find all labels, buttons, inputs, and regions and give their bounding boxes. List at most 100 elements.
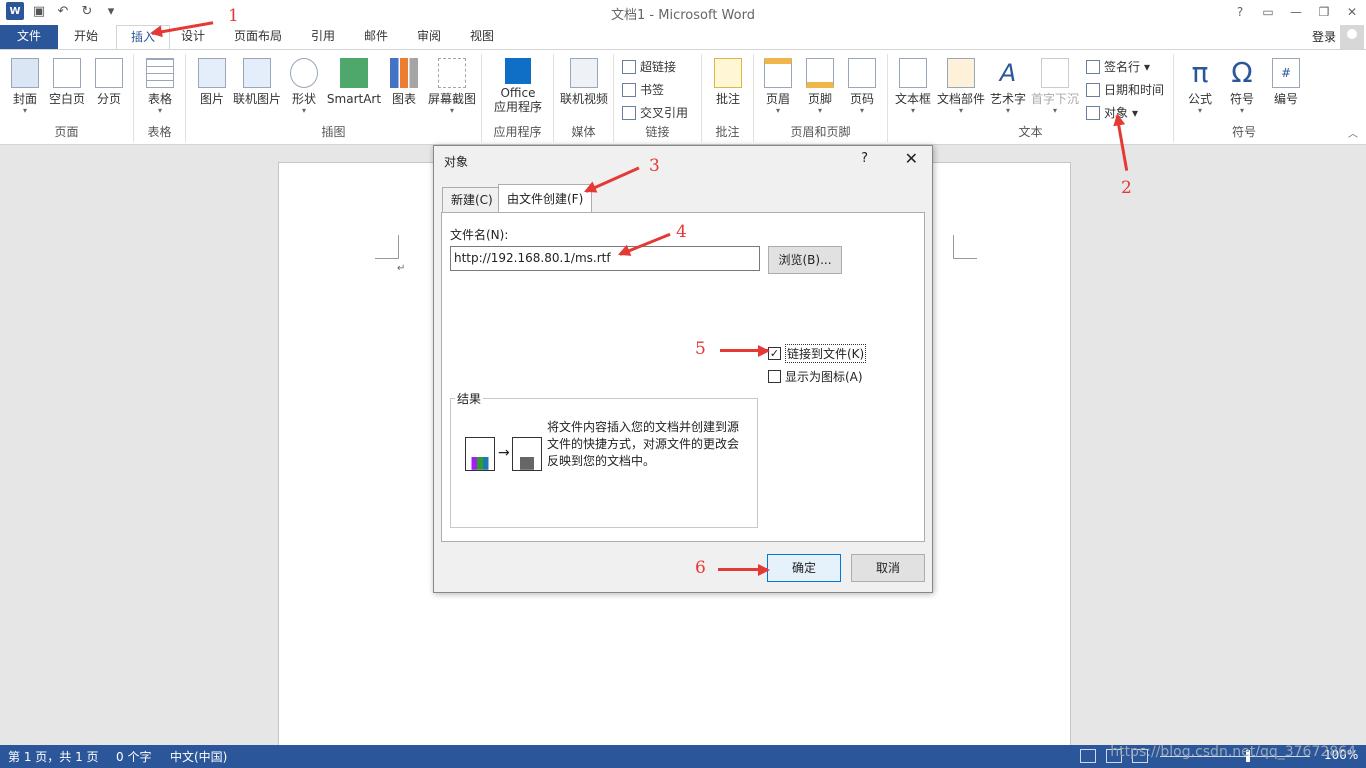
tab-create-new[interactable]: 新建(C)	[442, 187, 502, 213]
online-picture-button[interactable]: 联机图片	[232, 58, 282, 106]
cancel-button[interactable]: 取消	[851, 554, 925, 582]
textbox-button[interactable]: 文本框 ▾	[892, 58, 934, 116]
minimize-button[interactable]: —	[1282, 0, 1310, 24]
object-icon	[1086, 105, 1100, 120]
browse-button[interactable]: 浏览(B)...	[768, 246, 842, 274]
group-pages: 封面 ▾ 空白页 分页 页面	[0, 54, 134, 142]
arrow-right-icon: →	[498, 445, 510, 461]
tab-references[interactable]: 引用	[297, 25, 349, 49]
hyperlink-button[interactable]: 超链接	[622, 58, 676, 75]
cover-button[interactable]: 封面 ▾	[8, 58, 42, 116]
group-illustrations: 图片 联机图片 形状 ▾ SmartArt 图表 屏幕截图 ▾ 插图	[186, 54, 482, 142]
textbox-icon	[899, 58, 927, 88]
tab-layout[interactable]: 页面布局	[220, 25, 296, 49]
file-name-label: 文件名(N):	[450, 228, 509, 242]
group-tables: 表格 ▾ 表格	[134, 54, 186, 142]
screenshot-button[interactable]: 屏幕截图 ▾	[424, 58, 480, 116]
equation-button[interactable]: π 公式 ▾	[1180, 58, 1220, 116]
cover-icon	[11, 58, 39, 88]
shapes-icon	[290, 58, 318, 88]
screenshot-icon	[438, 58, 466, 88]
header-icon	[764, 58, 792, 88]
tab-file[interactable]: 文件	[0, 25, 58, 49]
avatar[interactable]	[1340, 25, 1364, 49]
tab-mailings[interactable]: 邮件	[350, 25, 402, 49]
language-indicator[interactable]: 中文(中国)	[170, 748, 227, 765]
link-to-file-checkbox[interactable]: ✓ 链接到文件(K)	[768, 344, 867, 363]
picture-button[interactable]: 图片	[194, 58, 230, 106]
dialog-title: 对象	[444, 155, 469, 169]
hyperlink-icon	[622, 59, 636, 74]
chart-icon	[390, 58, 418, 88]
symbol-button[interactable]: Ω 符号 ▾	[1222, 58, 1262, 116]
comment-button[interactable]: 批注	[710, 58, 746, 106]
office-apps-button[interactable]: Office 应用程序	[486, 58, 550, 114]
cross-reference-icon	[622, 105, 636, 120]
result-box: 结果 → 将文件内容插入您的文档并创建到源文件的快捷方式，对源文件的更改会反映到…	[450, 390, 758, 528]
annotation-5: 5	[695, 339, 706, 359]
table-icon	[146, 58, 174, 88]
online-picture-icon	[243, 58, 271, 88]
page-count[interactable]: 第 1 页，共 1 页	[8, 748, 99, 765]
signature-icon	[1086, 59, 1100, 74]
page-number-icon	[848, 58, 876, 88]
signature-line-button[interactable]: 签名行 ▾	[1086, 58, 1150, 75]
annotation-2: 2	[1121, 178, 1132, 198]
title-bar: W ▣ ↶ ↻ ▾ 文档1 - Microsoft Word ? ▭ — ❐ ✕	[0, 0, 1366, 25]
ribbon-display-options-icon[interactable]: ▭	[1254, 0, 1282, 24]
source-file-icon	[465, 437, 495, 471]
restore-button[interactable]: ❐	[1310, 0, 1338, 24]
tab-review[interactable]: 审阅	[403, 25, 455, 49]
number-button[interactable]: # 编号	[1266, 58, 1306, 106]
page-break-button[interactable]: 分页	[92, 58, 126, 106]
close-window-button[interactable]: ✕	[1338, 0, 1366, 24]
table-button[interactable]: 表格 ▾	[143, 58, 177, 116]
annotation-arrow-5	[720, 349, 768, 352]
display-as-icon-checkbox[interactable]: 显示为图标(A)	[768, 368, 863, 385]
wordart-icon: A	[994, 58, 1022, 88]
footer-button[interactable]: 页脚 ▾	[802, 58, 838, 116]
group-links: 超链接 书签 交叉引用 链接	[614, 54, 702, 142]
collapse-ribbon-icon[interactable]: ︿	[1348, 125, 1358, 140]
result-description: 将文件内容插入您的文档并创建到源文件的快捷方式，对源文件的更改会反映到您的文档中…	[547, 420, 740, 468]
tab-home[interactable]: 开始	[60, 25, 112, 49]
wordart-button[interactable]: A 艺术字 ▾	[988, 58, 1028, 116]
linked-document-icon	[512, 437, 542, 471]
blank-page-button[interactable]: 空白页	[46, 58, 88, 106]
group-text: 文本框 ▾ 文档部件 ▾ A 艺术字 ▾ 首字下沉 ▾ 签名行 ▾ 日期和时间	[888, 54, 1174, 142]
pi-icon: π	[1186, 58, 1214, 88]
comment-icon	[714, 58, 742, 88]
dialog-close-button[interactable]: ✕	[905, 149, 918, 168]
annotation-arrow-6	[718, 568, 768, 571]
shapes-button[interactable]: 形状 ▾	[286, 58, 322, 116]
help-button[interactable]: ?	[1226, 0, 1254, 24]
cross-reference-button[interactable]: 交叉引用	[622, 104, 688, 121]
create-from-file-panel: 文件名(N): http://192.168.80.1/ms.rtf 浏览(B)…	[441, 212, 925, 542]
calendar-icon	[1086, 82, 1100, 97]
tab-view[interactable]: 视图	[456, 25, 508, 49]
object-dialog: 对象 ? ✕ 新建(C) 由文件创建(F) 文件名(N): http://192…	[433, 145, 933, 593]
smartart-button[interactable]: SmartArt	[326, 58, 382, 106]
online-video-icon	[570, 58, 598, 88]
group-media: 联机视频 媒体	[554, 54, 614, 142]
group-header-footer: 页眉 ▾ 页脚 ▾ 页码 ▾ 页眉和页脚	[754, 54, 888, 142]
login-link[interactable]: 登录	[1312, 28, 1336, 45]
quick-parts-button[interactable]: 文档部件 ▾	[936, 58, 986, 116]
chart-button[interactable]: 图表	[386, 58, 422, 106]
dropcap-button[interactable]: 首字下沉 ▾	[1030, 58, 1080, 116]
file-name-input[interactable]: http://192.168.80.1/ms.rtf	[450, 246, 760, 271]
date-time-button[interactable]: 日期和时间	[1086, 81, 1164, 98]
read-mode-icon[interactable]	[1080, 749, 1096, 763]
smartart-icon	[340, 58, 368, 88]
page-break-icon	[95, 58, 123, 88]
dialog-help-button[interactable]: ?	[861, 151, 868, 166]
page-number-button[interactable]: 页码 ▾	[844, 58, 880, 116]
annotation-3: 3	[649, 156, 660, 176]
bookmark-button[interactable]: 书签	[622, 81, 664, 98]
word-count[interactable]: 0 个字	[116, 748, 151, 765]
tab-create-from-file[interactable]: 由文件创建(F)	[498, 184, 593, 213]
online-video-button[interactable]: 联机视频	[558, 58, 610, 106]
ok-button[interactable]: 确定	[767, 554, 841, 582]
tab-insert[interactable]: 插入	[116, 25, 171, 50]
header-button[interactable]: 页眉 ▾	[760, 58, 796, 116]
